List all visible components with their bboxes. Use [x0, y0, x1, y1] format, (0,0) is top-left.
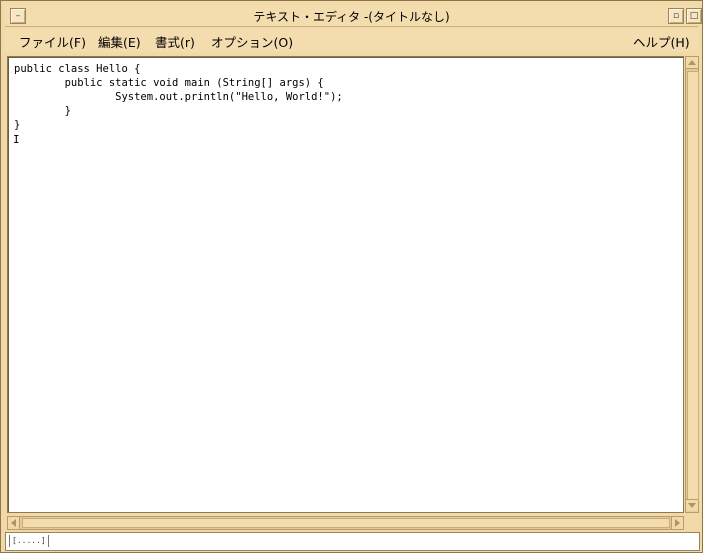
menu-options[interactable]: オプション(O) [211, 32, 293, 51]
minimize-button[interactable]: ▫ [668, 8, 684, 24]
text-editor-window: – テキスト・エディタ -(タイトルなし) ▫ □ ファイル(F) 編集(E) … [0, 0, 703, 553]
vertical-scrollbar[interactable] [685, 56, 699, 513]
arrow-up-icon [688, 60, 696, 65]
maximize-icon: □ [689, 11, 699, 21]
text-cursor: I [13, 133, 20, 146]
scroll-left-button[interactable] [8, 517, 20, 529]
editor-content[interactable]: public class Hello { public static void … [14, 62, 343, 132]
text-edit-area[interactable]: public class Hello { public static void … [7, 56, 684, 513]
scroll-up-button[interactable] [686, 57, 698, 69]
minimize-icon: ▫ [672, 11, 680, 21]
menu-file[interactable]: ファイル(F) [19, 32, 86, 51]
arrow-down-icon [688, 503, 696, 508]
scroll-down-button[interactable] [686, 499, 698, 511]
menu-format[interactable]: 書式(r) [155, 32, 195, 51]
vertical-scroll-thumb[interactable] [687, 71, 699, 501]
status-bar: [.....] [5, 532, 700, 551]
horizontal-scroll-thumb[interactable] [22, 518, 670, 528]
status-field: [.....] [9, 535, 49, 547]
maximize-button[interactable]: □ [686, 8, 702, 24]
menu-bar: ファイル(F) 編集(E) 書式(r) オプション(O) ヘルプ(H) [5, 28, 698, 52]
arrow-left-icon [11, 519, 16, 527]
window-title: テキスト・エディタ -(タイトルなし) [253, 10, 450, 24]
scroll-right-button[interactable] [671, 517, 683, 529]
menu-edit[interactable]: 編集(E) [98, 32, 141, 51]
menu-help[interactable]: ヘルプ(H) [633, 32, 690, 51]
arrow-right-icon [675, 519, 680, 527]
horizontal-scrollbar[interactable] [7, 516, 684, 530]
title-bar[interactable]: – テキスト・エディタ -(タイトルなし) ▫ □ [5, 5, 702, 27]
